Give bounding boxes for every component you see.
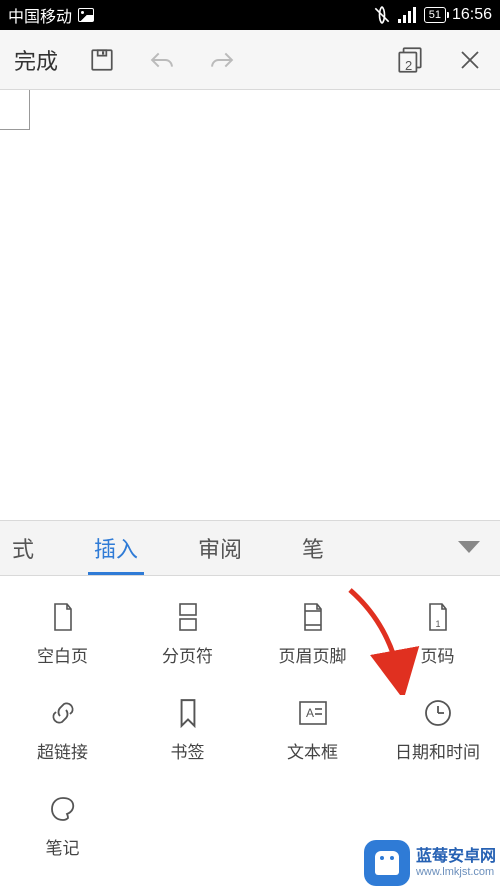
clock-icon xyxy=(423,698,453,728)
carrier-label: 中国移动 xyxy=(8,3,72,27)
battery-level: 51 xyxy=(429,10,441,21)
insert-hyperlink[interactable]: 超链接 xyxy=(0,682,125,778)
svg-text:1: 1 xyxy=(435,619,440,629)
header-footer-icon xyxy=(300,602,326,632)
page-break-icon xyxy=(175,602,201,632)
insert-bookmark[interactable]: 书签 xyxy=(125,682,250,778)
tab-style[interactable]: 式 xyxy=(0,521,64,575)
blank-page-icon xyxy=(50,602,76,632)
picture-icon xyxy=(78,8,94,22)
insert-page-break[interactable]: 分页符 xyxy=(125,586,250,682)
svg-text:A: A xyxy=(306,706,314,720)
insert-page-number[interactable]: 1 页码 xyxy=(375,586,500,682)
pages-icon[interactable]: 2 xyxy=(394,44,426,76)
note-icon xyxy=(48,794,78,824)
hyperlink-icon xyxy=(48,698,78,728)
undo-icon[interactable] xyxy=(146,44,178,76)
tab-review[interactable]: 审阅 xyxy=(168,521,272,575)
tab-insert[interactable]: 插入 xyxy=(64,521,168,575)
document-canvas[interactable] xyxy=(0,90,500,520)
close-icon[interactable] xyxy=(454,44,486,76)
bookmark-icon xyxy=(177,698,199,728)
insert-header-footer[interactable]: 页眉页脚 xyxy=(250,586,375,682)
signal-icon xyxy=(398,7,418,23)
redo-icon[interactable] xyxy=(206,44,238,76)
page-count-label: 2 xyxy=(405,58,412,73)
insert-panel: 空白页 分页符 xyxy=(0,576,500,890)
clock-label: 16:56 xyxy=(452,6,492,24)
status-bar: 中国移动 51 16:56 xyxy=(0,0,500,30)
mute-icon xyxy=(372,5,392,25)
battery-icon: 51 xyxy=(424,7,446,23)
insert-date-time[interactable]: 日期和时间 xyxy=(375,682,500,778)
insert-note[interactable]: 笔记 xyxy=(0,778,125,874)
bottom-tabs-bar: 式 插入 审阅 笔 xyxy=(0,520,500,576)
top-toolbar: 完成 xyxy=(0,30,500,90)
save-icon[interactable] xyxy=(86,44,118,76)
tab-pen[interactable]: 笔 xyxy=(272,521,354,575)
insert-text-box[interactable]: A 文本框 xyxy=(250,682,375,778)
page-number-icon: 1 xyxy=(425,602,451,632)
collapse-panel-button[interactable] xyxy=(438,521,500,575)
text-box-icon: A xyxy=(298,698,328,728)
page-corner xyxy=(0,90,30,130)
done-button[interactable]: 完成 xyxy=(14,44,58,76)
insert-blank-page[interactable]: 空白页 xyxy=(0,586,125,682)
